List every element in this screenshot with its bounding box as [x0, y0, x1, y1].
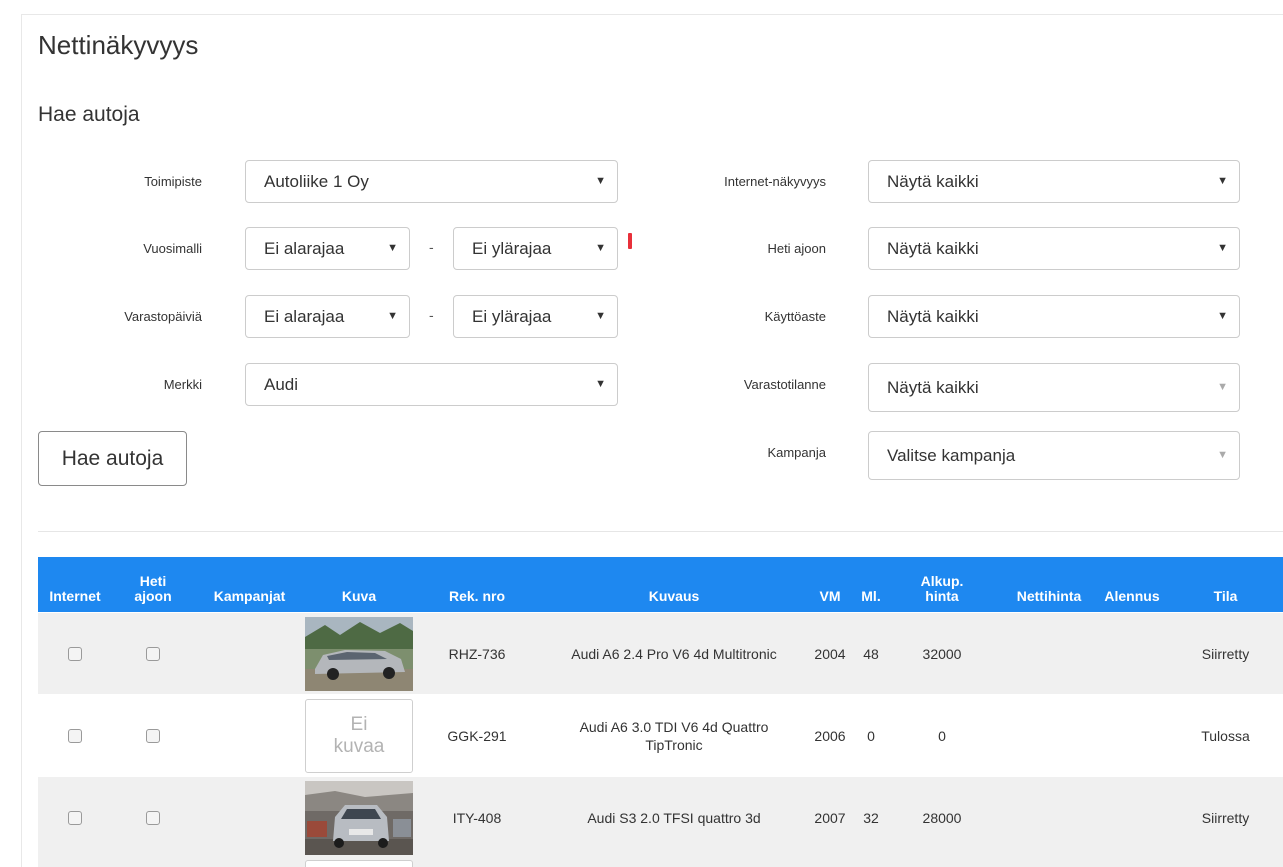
car-photo-icon [305, 617, 413, 691]
caret-down-icon: ▼ [595, 242, 606, 254]
vm: 2007 [814, 810, 846, 826]
internet-checkbox[interactable] [68, 729, 82, 743]
heti-ajoon-checkbox[interactable] [146, 729, 160, 743]
ml: 32 [863, 810, 879, 826]
ml: 48 [863, 646, 879, 662]
col-internet[interactable]: Internet [38, 557, 112, 612]
caret-down-icon: ▼ [595, 175, 606, 187]
heti-ajoon-select[interactable]: Näytä kaikki ▼ [868, 227, 1240, 270]
vuosimalli-label: Vuosimalli [143, 241, 202, 256]
caret-down-icon: ▼ [387, 310, 398, 322]
kampanja-select[interactable]: Valitse kampanja ▼ [868, 431, 1240, 480]
varastopaivia-max-select[interactable]: Ei ylärajaa ▼ [453, 295, 618, 338]
col-nettihinta[interactable]: Nettihinta [995, 557, 1103, 612]
rek-nro: GGK-291 [447, 728, 507, 744]
toimipiste-label: Toimipiste [144, 174, 202, 189]
table-header: Internet Heti ajoon Kampanjat Kuva Rek. n… [38, 557, 1283, 612]
kuvaus: Audi A6 3.0 TDI V6 4d Quattro TipTronic [579, 719, 769, 753]
kayttoaste-label: Käyttöaste [764, 309, 826, 324]
varastotilanne-select[interactable]: Näytä kaikki ▼ [868, 363, 1240, 412]
internet-checkbox[interactable] [68, 647, 82, 661]
heti-ajoon-checkbox[interactable] [146, 647, 160, 661]
car-thumbnail[interactable] [305, 617, 413, 691]
internet-checkbox[interactable] [68, 811, 82, 825]
vuosimalli-max-select[interactable]: Ei ylärajaa ▼ [453, 227, 618, 270]
kampanja-label: Kampanja [767, 445, 826, 460]
alkup-hinta: 28000 [922, 810, 962, 826]
varastotilanne-label: Varastotilanne [743, 377, 826, 392]
internet-nakyvyys-select[interactable]: Näytä kaikki ▼ [868, 160, 1240, 203]
caret-down-icon: ▼ [1217, 310, 1228, 322]
toimipiste-select[interactable]: Autoliike 1 Oy ▼ [245, 160, 618, 203]
range-separator: - [429, 239, 434, 255]
vm: 2006 [814, 728, 846, 744]
caret-down-icon: ▼ [1217, 175, 1228, 187]
range-separator: - [429, 307, 434, 323]
kayttoaste-select[interactable]: Näytä kaikki ▼ [868, 295, 1240, 338]
col-heti-ajoon[interactable]: Heti ajoon [112, 557, 194, 612]
ml: 0 [867, 728, 875, 744]
section-divider [38, 531, 1283, 532]
table-row: Ei kuvaa GGK-291 Audi A6 3.0 TDI V6 4d Q… [38, 695, 1283, 777]
heti-ajoon-checkbox[interactable] [146, 811, 160, 825]
rek-nro: ITY-408 [452, 810, 502, 826]
alkup-hinta: 0 [938, 728, 946, 744]
page-title: Nettinäkyvyys [38, 30, 199, 60]
caret-down-icon: ▼ [1217, 242, 1228, 254]
kuvaus: Audi S3 2.0 TFSI quattro 3d [587, 810, 761, 826]
varastopaivia-min-select[interactable]: Ei alarajaa ▼ [245, 295, 410, 338]
col-rek-nro[interactable]: Rek. nro [413, 557, 541, 612]
table-row: RHZ-736 Audi A6 2.4 Pro V6 4d Multitroni… [38, 613, 1283, 695]
tila: Tulossa [1201, 728, 1250, 744]
search-cars-button[interactable]: Hae autoja [38, 431, 187, 486]
col-alkup-hinta[interactable]: Alkup. hinta [889, 557, 995, 612]
car-photo-icon [305, 781, 413, 855]
col-kuvaus[interactable]: Kuvaus [541, 557, 807, 612]
col-ml[interactable]: Ml. [853, 557, 889, 612]
vm: 2004 [814, 646, 846, 662]
no-image-placeholder [305, 860, 413, 867]
car-thumbnail[interactable] [305, 781, 413, 855]
alkup-hinta: 32000 [922, 646, 962, 662]
kuvaus: Audi A6 2.4 Pro V6 4d Multitronic [571, 646, 777, 662]
section-title: Hae autoja [38, 103, 140, 126]
col-vm[interactable]: VM [807, 557, 853, 612]
tila: Siirretty [1201, 810, 1250, 826]
tila: Siirretty [1201, 646, 1250, 662]
vuosimalli-min-select[interactable]: Ei alarajaa ▼ [245, 227, 410, 270]
internet-nakyvyys-label: Internet-näkyvyys [724, 174, 826, 189]
table-row: ITY-408 Audi S3 2.0 TFSI quattro 3d 2007… [38, 777, 1283, 859]
caret-down-icon: ▼ [387, 242, 398, 254]
caret-down-icon: ▼ [595, 310, 606, 322]
merkki-select[interactable]: Audi ▼ [245, 363, 618, 406]
no-image-placeholder[interactable]: Ei kuvaa [305, 699, 413, 773]
table-row-partial [38, 858, 1283, 867]
heti-ajoon-label: Heti ajoon [767, 241, 826, 256]
col-tila[interactable]: Tila [1168, 557, 1283, 612]
caret-down-icon: ▼ [1217, 449, 1228, 461]
rek-nro: RHZ-736 [448, 646, 506, 662]
col-alennus[interactable]: Alennus [1096, 557, 1168, 612]
varastopaivia-label: Varastopäiviä [124, 309, 202, 324]
caret-down-icon: ▼ [595, 378, 606, 390]
merkki-label: Merkki [163, 377, 202, 392]
col-kampanjat[interactable]: Kampanjat [194, 557, 305, 612]
col-kuva[interactable]: Kuva [305, 557, 413, 612]
caret-down-icon: ▼ [1217, 381, 1228, 393]
